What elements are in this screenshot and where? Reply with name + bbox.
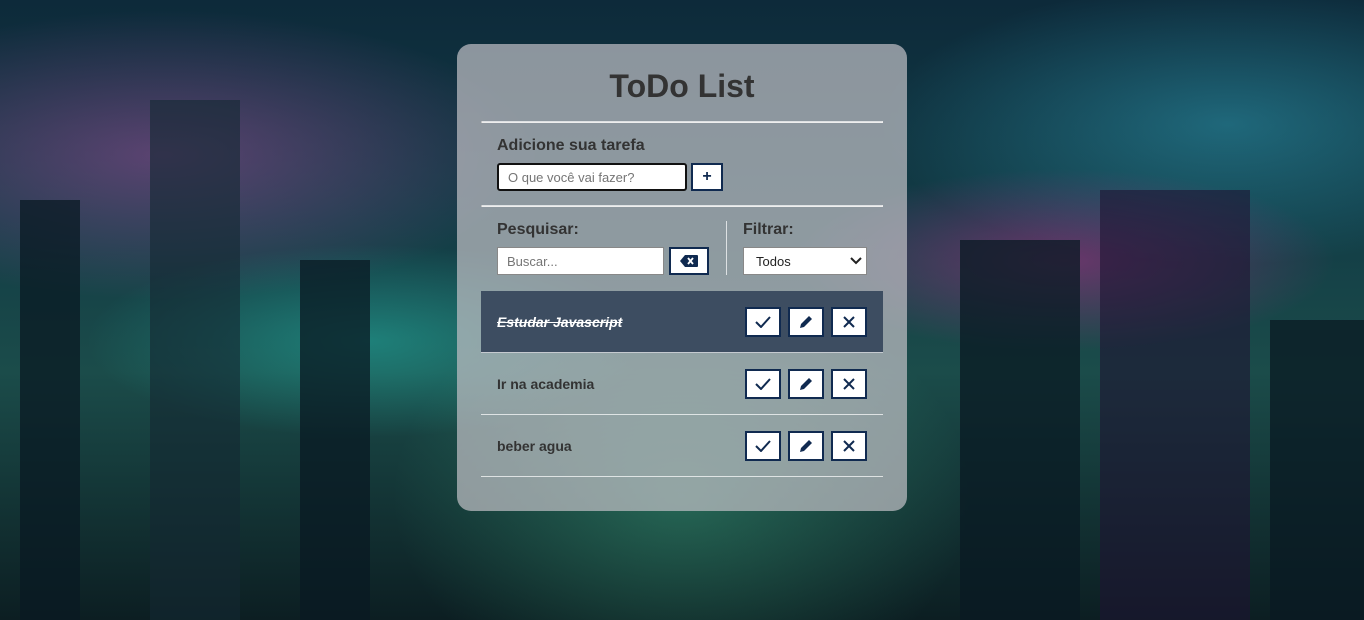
- close-icon: [843, 315, 855, 328]
- todo-list: Estudar Javascript Ir na academia beber …: [457, 291, 907, 477]
- filter-label: Filtrar:: [743, 221, 794, 238]
- search-filter-bar: Pesquisar: Filtrar: Todos: [481, 207, 883, 291]
- pencil-icon: [800, 377, 812, 390]
- finish-todo-button[interactable]: [745, 306, 781, 337]
- backspace-icon: [680, 255, 698, 267]
- todo-item: Ir na academia: [481, 353, 883, 415]
- add-task-form: Adicione sua tarefa +: [481, 123, 883, 205]
- finish-todo-button[interactable]: [745, 430, 781, 461]
- page-title: ToDo List: [609, 68, 755, 104]
- remove-todo-button[interactable]: [831, 306, 867, 337]
- remove-todo-button[interactable]: [831, 368, 867, 399]
- search-label: Pesquisar:: [497, 221, 579, 238]
- filter-selected-value: Todos: [756, 253, 791, 269]
- check-icon: [755, 377, 771, 390]
- search-section: Pesquisar:: [497, 221, 727, 275]
- plus-icon: +: [702, 168, 712, 185]
- add-task-label: Adicione sua tarefa: [497, 137, 645, 154]
- close-icon: [843, 439, 855, 452]
- filter-select[interactable]: Todos: [743, 247, 867, 275]
- todo-text: Ir na academia: [497, 375, 595, 392]
- finish-todo-button[interactable]: [745, 368, 781, 399]
- pencil-icon: [800, 439, 812, 452]
- check-icon: [755, 439, 771, 452]
- clear-search-button[interactable]: [669, 247, 709, 275]
- pencil-icon: [800, 315, 812, 328]
- check-icon: [755, 315, 771, 328]
- todo-card: ToDo List Adicione sua tarefa + Pesquisa…: [457, 44, 907, 511]
- chevron-down-icon: [850, 257, 862, 265]
- edit-todo-button[interactable]: [788, 306, 824, 337]
- filter-section: Filtrar: Todos: [727, 221, 867, 275]
- edit-todo-button[interactable]: [788, 430, 824, 461]
- close-icon: [843, 377, 855, 390]
- todo-text: beber agua: [497, 437, 572, 454]
- add-task-input[interactable]: [497, 163, 687, 191]
- todo-item: Estudar Javascript: [481, 291, 883, 353]
- search-input[interactable]: [497, 247, 664, 275]
- todo-text: Estudar Javascript: [497, 313, 623, 330]
- todo-item: beber agua: [481, 415, 883, 477]
- edit-todo-button[interactable]: [788, 368, 824, 399]
- remove-todo-button[interactable]: [831, 430, 867, 461]
- add-task-button[interactable]: +: [691, 163, 723, 191]
